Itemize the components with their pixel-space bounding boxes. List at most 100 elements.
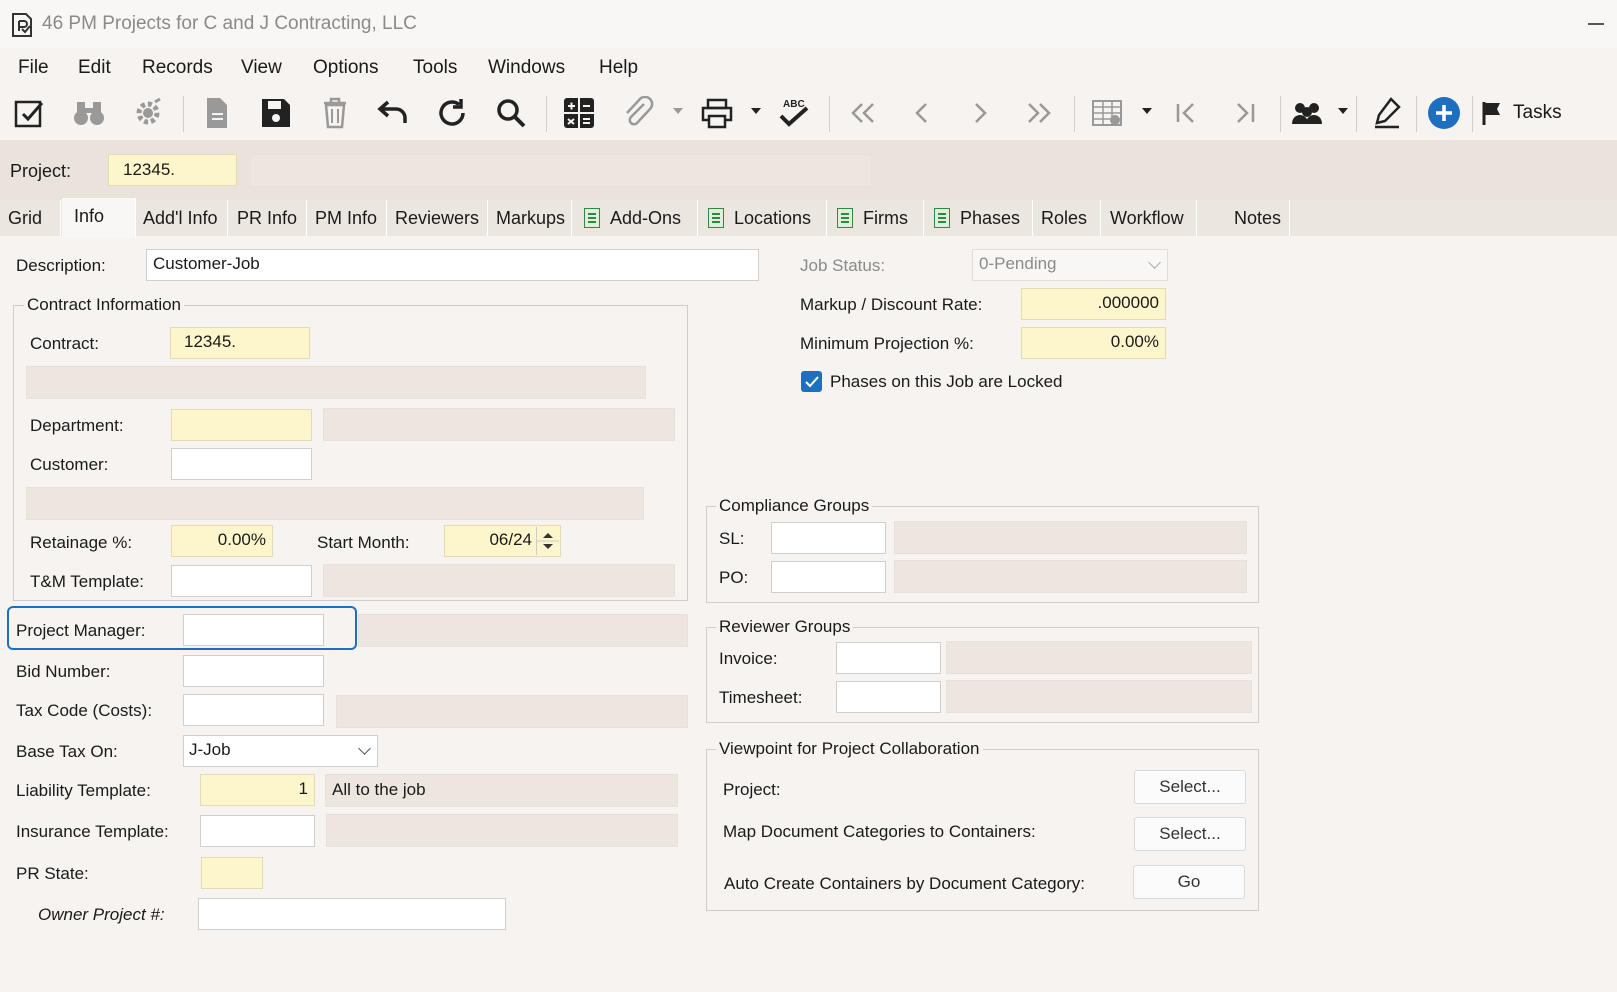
new-document-icon[interactable] — [197, 92, 237, 134]
base-tax-on-select[interactable]: J-Job — [183, 735, 378, 767]
tab-phases[interactable]: Phases — [926, 200, 1033, 236]
first-record-icon[interactable] — [843, 92, 883, 134]
menu-edit[interactable]: Edit — [78, 57, 111, 79]
menu-view[interactable]: View — [241, 57, 282, 79]
tab-locations[interactable]: Locations — [700, 200, 827, 236]
refresh-icon[interactable] — [432, 92, 472, 134]
po-label: PO: — [719, 568, 749, 587]
project-input[interactable]: 12345. — [108, 154, 237, 186]
insurance-template-input[interactable] — [200, 815, 315, 847]
job-status-select[interactable]: 0-Pending — [972, 249, 1168, 281]
tm-template-input[interactable] — [171, 565, 312, 597]
liability-template-description: All to the job — [325, 774, 678, 807]
customer-input[interactable] — [171, 448, 312, 480]
add-icon[interactable] — [1424, 92, 1464, 134]
bid-number-input[interactable] — [183, 655, 324, 687]
edit-icon[interactable] — [10, 92, 50, 134]
liability-template-input[interactable]: 1 — [200, 774, 315, 806]
tab-notes[interactable]: Notes — [1197, 200, 1290, 236]
tab-grid[interactable]: Grid — [0, 200, 61, 236]
tasks-label: Tasks — [1513, 102, 1562, 123]
contract-information-title: Contract Information — [24, 295, 185, 315]
menu-records[interactable]: Records — [142, 57, 213, 79]
tasks-button[interactable]: Tasks — [1481, 92, 1581, 134]
tab-addl-info[interactable]: Add'l Info — [135, 200, 228, 236]
job-status-label: Job Status: — [800, 256, 886, 275]
search-icon[interactable] — [491, 92, 531, 134]
liability-template-label: Liability Template: — [16, 781, 151, 800]
start-month-spinner[interactable] — [536, 527, 559, 555]
users-dropdown-icon[interactable] — [1338, 108, 1348, 114]
base-tax-on-value: J-Job — [189, 740, 231, 759]
menu-file[interactable]: File — [18, 57, 49, 79]
users-icon[interactable] — [1287, 92, 1327, 134]
sl-input[interactable] — [771, 522, 886, 554]
contract-input[interactable]: 12345. — [170, 327, 310, 359]
tab-pr-info[interactable]: PR Info — [229, 200, 307, 236]
menu-bar: File Edit Records View Options Tools Win… — [0, 50, 1617, 86]
grid-dropdown-icon[interactable] — [1142, 108, 1152, 114]
auto-create-go-button[interactable]: Go — [1133, 865, 1245, 899]
timesheet-input[interactable] — [836, 681, 941, 713]
tab-workflow[interactable]: Workflow — [1102, 200, 1197, 236]
menu-tools[interactable]: Tools — [413, 57, 457, 79]
sl-description — [894, 521, 1247, 554]
chevron-down-icon — [1148, 256, 1161, 269]
department-input[interactable] — [171, 409, 312, 441]
markup-rate-label: Markup / Discount Rate: — [800, 295, 983, 314]
chevron-down-icon — [358, 742, 371, 755]
svg-text:ABC: ABC — [783, 99, 805, 110]
first-icon[interactable] — [1166, 92, 1206, 134]
tab-firms[interactable]: Firms — [829, 200, 924, 236]
project-header: Project: 12345. — [0, 140, 1617, 200]
attachment-dropdown-icon[interactable] — [673, 108, 683, 114]
project-manager-label: Project Manager: — [16, 621, 146, 640]
calculator-icon[interactable] — [559, 92, 599, 134]
undo-icon[interactable] — [373, 92, 413, 134]
binoculars-icon[interactable] — [69, 92, 109, 134]
print-dropdown-icon[interactable] — [751, 108, 761, 114]
start-month-label: Start Month: — [317, 533, 410, 552]
tab-add-ons[interactable]: Add-Ons — [576, 200, 698, 236]
tab-info[interactable]: Info — [62, 198, 136, 238]
customer-description — [26, 487, 644, 520]
tax-code-label: Tax Code (Costs): — [16, 701, 153, 720]
tab-add-ons-label: Add-Ons — [610, 208, 682, 228]
description-input[interactable]: Customer-Job — [146, 249, 759, 281]
vp-project-select-button[interactable]: Select... — [1134, 770, 1246, 804]
tax-code-input[interactable] — [183, 694, 324, 726]
spellcheck-icon[interactable]: ABC — [774, 92, 814, 134]
minimize-button[interactable] — [1588, 23, 1604, 25]
tab-markups[interactable]: Markups — [488, 200, 572, 236]
retainage-input[interactable]: 0.00% — [171, 525, 273, 557]
project-manager-input[interactable] — [183, 614, 324, 646]
last-record-icon[interactable] — [1019, 92, 1059, 134]
phases-locked-checkbox[interactable] — [801, 371, 822, 392]
last-icon[interactable] — [1225, 92, 1265, 134]
menu-windows[interactable]: Windows — [488, 57, 565, 79]
min-projection-input[interactable]: 0.00% — [1021, 327, 1166, 359]
grid-tab-icon — [837, 208, 853, 228]
map-doc-categories-select-button[interactable]: Select... — [1134, 817, 1246, 851]
tab-roles[interactable]: Roles — [1033, 200, 1101, 236]
attachment-icon[interactable] — [618, 92, 658, 134]
gear-icon[interactable] — [128, 92, 168, 134]
department-description — [323, 408, 675, 441]
next-record-icon[interactable] — [960, 92, 1000, 134]
invoice-input[interactable] — [836, 642, 941, 674]
markup-rate-input[interactable]: .000000 — [1021, 288, 1166, 320]
trash-icon[interactable] — [315, 92, 355, 134]
tab-reviewers[interactable]: Reviewers — [387, 200, 488, 236]
menu-help[interactable]: Help — [599, 57, 638, 79]
po-input[interactable] — [771, 561, 886, 593]
print-icon[interactable] — [697, 92, 737, 134]
previous-record-icon[interactable] — [902, 92, 942, 134]
menu-options[interactable]: Options — [313, 57, 378, 79]
pen-icon[interactable] — [1367, 92, 1407, 134]
save-icon[interactable] — [256, 92, 296, 134]
tab-pm-info[interactable]: PM Info — [307, 200, 387, 236]
owner-project-input[interactable] — [198, 898, 506, 930]
pr-state-input[interactable] — [201, 857, 263, 889]
grid-view-icon[interactable] — [1087, 92, 1127, 134]
customer-label: Customer: — [30, 455, 109, 474]
